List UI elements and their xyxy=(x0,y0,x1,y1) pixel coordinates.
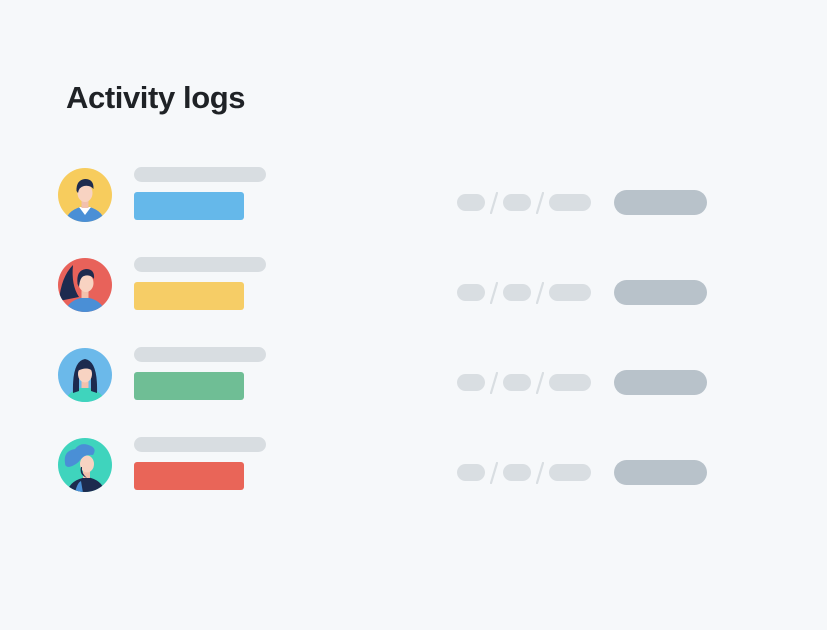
user-avatar-woman-hat-icon xyxy=(58,438,112,492)
date-day-placeholder xyxy=(457,284,485,301)
date-day-placeholder xyxy=(457,194,485,211)
date-separator xyxy=(490,462,498,484)
avatar xyxy=(57,167,113,223)
date-month-placeholder xyxy=(503,374,531,391)
avatar xyxy=(57,437,113,493)
user-name-placeholder xyxy=(134,167,266,182)
date-separator xyxy=(536,462,544,484)
date-year-placeholder xyxy=(549,464,591,481)
date-separator xyxy=(490,282,498,304)
action-button-placeholder[interactable] xyxy=(614,460,707,485)
action-button-placeholder[interactable] xyxy=(614,280,707,305)
date-separator xyxy=(490,192,498,214)
date-month-placeholder xyxy=(503,194,531,211)
date-separator xyxy=(536,192,544,214)
date-year-placeholder xyxy=(549,194,591,211)
date-separator xyxy=(536,372,544,394)
activity-type-badge xyxy=(134,282,244,310)
timestamp-placeholder xyxy=(457,282,591,304)
date-separator xyxy=(536,282,544,304)
activity-log-row[interactable] xyxy=(0,437,827,497)
timestamp-placeholder xyxy=(457,192,591,214)
activity-log-row[interactable] xyxy=(0,257,827,317)
user-avatar-woman-long-hair-icon xyxy=(58,348,112,402)
activity-log-list xyxy=(0,0,827,630)
avatar xyxy=(57,257,113,313)
action-button-placeholder[interactable] xyxy=(614,190,707,215)
user-avatar-woman-ponytail-icon xyxy=(58,258,112,312)
user-name-placeholder xyxy=(134,347,266,362)
timestamp-placeholder xyxy=(457,372,591,394)
date-day-placeholder xyxy=(457,374,485,391)
activity-log-row[interactable] xyxy=(0,347,827,407)
date-month-placeholder xyxy=(503,464,531,481)
user-avatar-man-icon xyxy=(58,168,112,222)
date-month-placeholder xyxy=(503,284,531,301)
user-name-placeholder xyxy=(134,257,266,272)
date-day-placeholder xyxy=(457,464,485,481)
date-separator xyxy=(490,372,498,394)
avatar xyxy=(57,347,113,403)
activity-type-badge xyxy=(134,462,244,490)
activity-type-badge xyxy=(134,192,244,220)
date-year-placeholder xyxy=(549,374,591,391)
user-name-placeholder xyxy=(134,437,266,452)
activity-log-row[interactable] xyxy=(0,167,827,227)
action-button-placeholder[interactable] xyxy=(614,370,707,395)
timestamp-placeholder xyxy=(457,462,591,484)
date-year-placeholder xyxy=(549,284,591,301)
activity-type-badge xyxy=(134,372,244,400)
